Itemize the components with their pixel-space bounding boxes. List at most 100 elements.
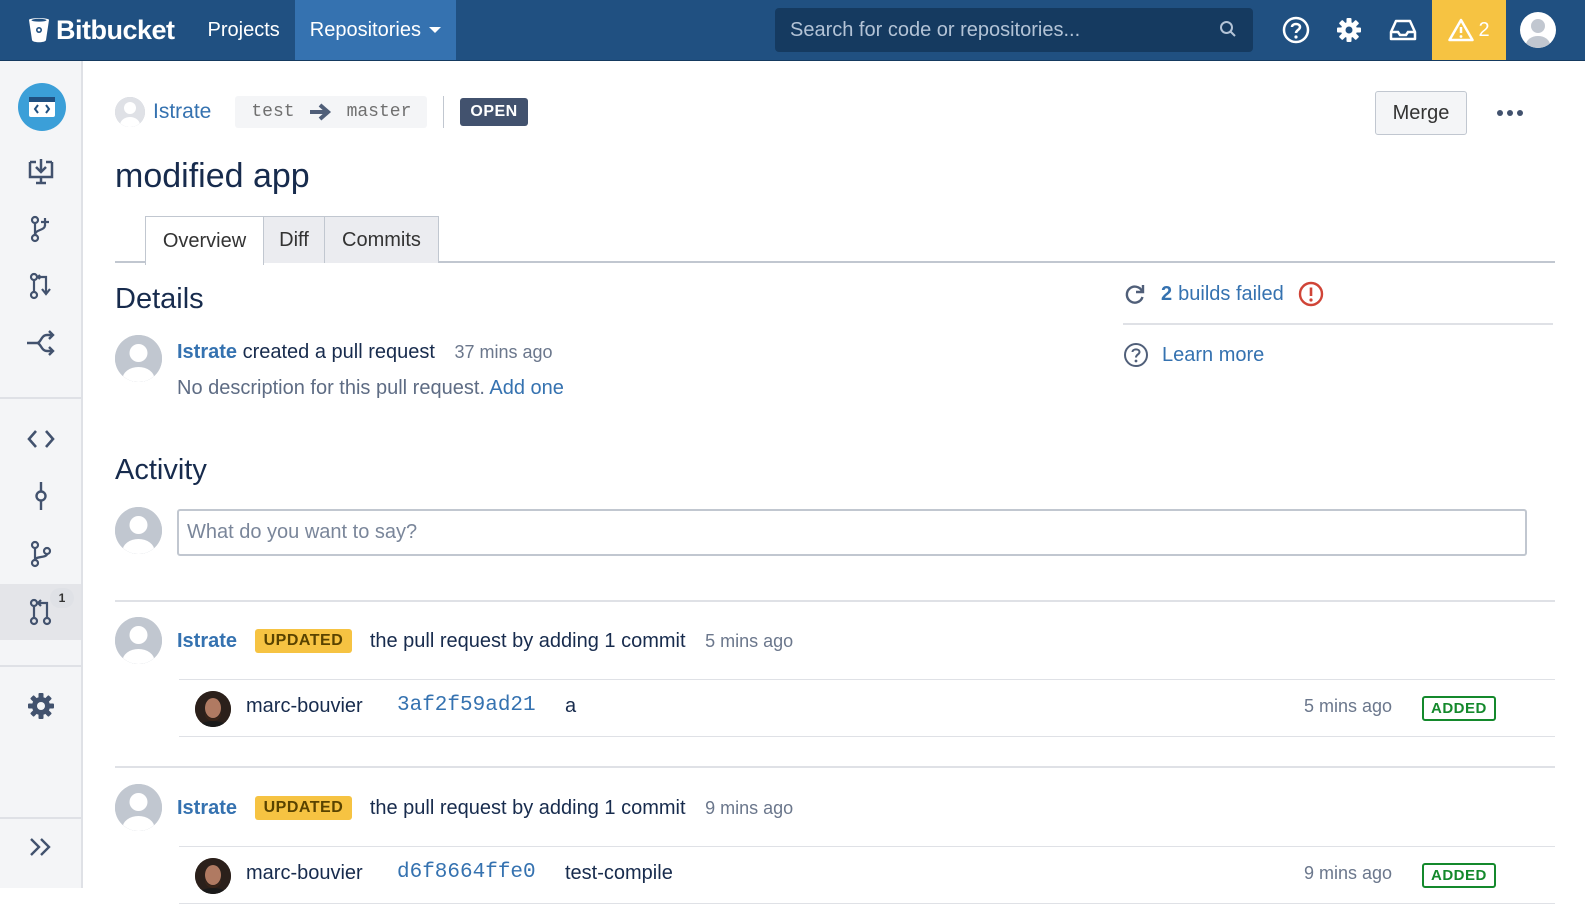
sidebar-branches[interactable] — [0, 526, 81, 582]
source-branch[interactable]: test — [251, 102, 294, 122]
branch-lozenge: test master — [235, 96, 428, 128]
updated-badge: UPDATED — [254, 796, 353, 820]
sidebar-commits[interactable] — [0, 468, 81, 524]
builds-status[interactable]: 2 builds failed — [1123, 277, 1553, 311]
learn-more-row[interactable]: Learn more — [1123, 339, 1553, 371]
details-created-line: Istrate created a pull request 37 mins a… — [177, 341, 553, 364]
notifications-warning-button[interactable]: 2 — [1432, 0, 1506, 60]
commit-author-avatar[interactable] — [195, 691, 231, 727]
fork-icon — [26, 330, 55, 356]
commit-message: a — [565, 695, 577, 717]
builds-failed-link[interactable]: builds failed — [1178, 283, 1284, 306]
commit-hash-link[interactable]: 3af2f59ad21 — [397, 694, 536, 717]
arrow-right-icon — [309, 103, 331, 121]
author-avatar[interactable] — [115, 784, 162, 831]
user-avatar[interactable] — [1520, 12, 1556, 48]
settings-icon — [27, 693, 54, 719]
repository-icon — [29, 97, 55, 117]
commit-row: marc-bouvier 3af2f59ad21 a 5 mins ago AD… — [179, 679, 1555, 737]
sidebar-expand[interactable] — [0, 819, 81, 875]
activity-entry: Istrate UPDATED the pull request by addi… — [177, 796, 793, 820]
branches-icon — [30, 540, 51, 568]
sidebar-settings[interactable] — [0, 678, 81, 734]
comment-input[interactable] — [177, 509, 1527, 556]
commit-time: 5 mins ago — [1304, 696, 1393, 716]
activity-time: 9 mins ago — [705, 798, 794, 818]
error-icon — [1298, 281, 1323, 307]
commit-author-avatar[interactable] — [195, 858, 231, 894]
tab-diff[interactable]: Diff — [263, 216, 325, 263]
search-input[interactable] — [790, 18, 1210, 42]
chevron-down-icon — [428, 27, 441, 33]
bitbucket-logo[interactable]: Bitbucket — [28, 0, 175, 60]
user-icon — [1526, 19, 1550, 48]
details-description-line: No description for this pull request. Ad… — [177, 377, 564, 400]
details-description: No description for this pull request. — [177, 377, 485, 399]
sidebar-source[interactable] — [0, 411, 81, 467]
activity-divider — [115, 766, 1555, 768]
commits-icon — [34, 482, 47, 510]
status-badge: OPEN — [460, 98, 528, 126]
top-navigation-bar: Bitbucket Projects Repositories Search f… — [0, 0, 1585, 61]
author-avatar[interactable] — [115, 335, 162, 382]
tab-overview[interactable]: Overview — [145, 216, 264, 265]
tab-commits[interactable]: Commits — [324, 216, 439, 263]
pr-author-link[interactable]: Istrate — [153, 100, 211, 124]
panel-divider — [1123, 323, 1553, 325]
activity-author-link[interactable]: Istrate — [177, 630, 237, 652]
bitbucket-bucket-icon — [29, 18, 49, 43]
help-icon — [1282, 16, 1310, 44]
added-badge: ADDED — [1422, 863, 1496, 888]
add-description-link[interactable]: Add one — [489, 377, 564, 399]
user-icon — [115, 784, 162, 831]
details-heading: Details — [115, 283, 204, 315]
search-box — [775, 8, 1253, 52]
nav-repositories[interactable]: Repositories — [294, 0, 456, 60]
settings-button[interactable] — [1323, 0, 1375, 60]
activity-author-link[interactable]: Istrate — [177, 797, 237, 819]
search-icon[interactable] — [1219, 20, 1237, 38]
sidebar-clone[interactable] — [0, 143, 81, 199]
user-icon — [115, 335, 162, 382]
warning-icon — [1448, 18, 1475, 42]
refresh-icon — [1125, 285, 1145, 304]
learn-more-link[interactable]: Learn more — [1162, 344, 1264, 367]
user-icon — [115, 617, 162, 664]
user-icon — [115, 97, 145, 127]
header-divider — [443, 96, 445, 128]
sidebar-create-branch[interactable] — [0, 201, 81, 257]
expand-icon — [29, 838, 51, 856]
create-pull-request-icon — [29, 272, 51, 300]
sidebar-pull-requests[interactable]: 1 — [0, 584, 81, 640]
sidebar-divider — [0, 397, 81, 399]
nav-projects[interactable]: Projects — [193, 0, 295, 60]
notification-count: 2 — [1478, 18, 1490, 41]
inbox-button[interactable] — [1377, 0, 1429, 60]
builds-count: 2 — [1161, 282, 1173, 305]
sidebar-fork[interactable] — [0, 315, 81, 371]
details-time: 37 mins ago — [454, 342, 553, 362]
source-icon — [26, 430, 55, 448]
target-branch[interactable]: master — [347, 102, 412, 122]
activity-time: 5 mins ago — [705, 631, 794, 651]
sidebar-create-pull-request[interactable] — [0, 258, 81, 314]
activity-text: the pull request by adding 1 commit — [369, 797, 686, 819]
activity-entry: Istrate UPDATED the pull request by addi… — [177, 629, 793, 653]
author-avatar[interactable] — [115, 97, 145, 127]
more-actions-button[interactable] — [1490, 99, 1530, 127]
activity-text: the pull request by adding 1 commit — [369, 630, 686, 652]
page-title: modified app — [115, 157, 310, 195]
current-user-avatar — [115, 507, 162, 554]
pull-request-header: Istrate test master OPEN — [115, 91, 1555, 133]
merge-button[interactable]: Merge — [1375, 91, 1467, 135]
repo-avatar[interactable] — [18, 83, 66, 131]
sidebar-divider — [0, 665, 81, 667]
commit-message: test-compile — [565, 862, 673, 884]
commit-time: 9 mins ago — [1304, 863, 1393, 883]
commit-hash-link[interactable]: d6f8664ffe0 — [397, 861, 536, 884]
user-photo-icon — [195, 858, 231, 894]
author-avatar[interactable] — [115, 617, 162, 664]
help-button[interactable] — [1270, 0, 1322, 60]
commit-row: marc-bouvier d6f8664ffe0 test-compile 9 … — [179, 846, 1555, 904]
details-author-link[interactable]: Istrate — [177, 341, 237, 363]
